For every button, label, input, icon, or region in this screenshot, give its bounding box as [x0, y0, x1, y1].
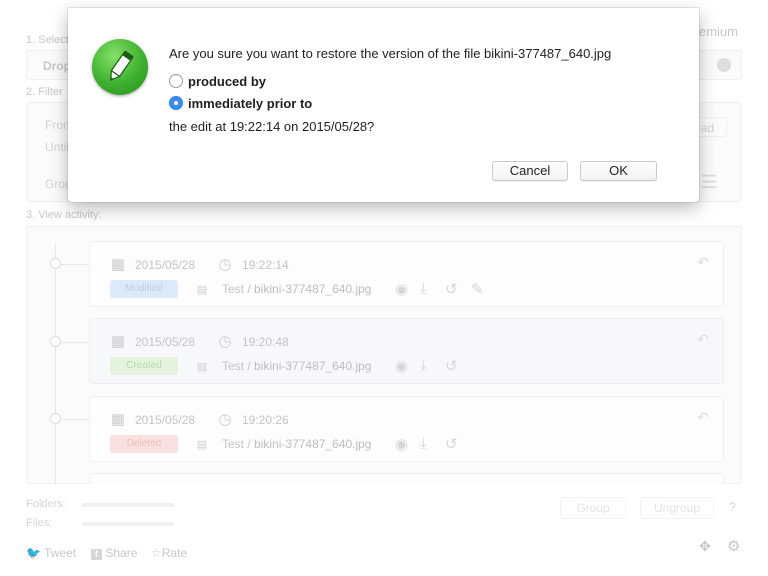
gear-icon[interactable]: ⚙: [727, 537, 740, 555]
share-label: Share: [105, 546, 138, 560]
star-icon: ☆: [151, 546, 162, 560]
clock-icon: ◷: [218, 333, 232, 350]
radio-immediately-prior[interactable]: [169, 96, 183, 110]
file-name: bikini-377487_640.jpg: [254, 437, 372, 451]
radio-produced-by[interactable]: [169, 74, 183, 88]
activity-time: 19:22:14: [242, 258, 289, 272]
green-pencil-app-icon: [92, 39, 148, 95]
rate-label: Rate: [161, 546, 188, 560]
option-produced-by-label[interactable]: produced by: [188, 74, 266, 89]
section-view-label: 3. View activity:: [26, 209, 102, 221]
calendar-icon: ▦: [110, 256, 126, 273]
option-immediately-prior-label[interactable]: immediately prior to: [188, 96, 312, 111]
folders-bar: [82, 503, 174, 507]
folder-name: Test: [222, 282, 245, 296]
preview-icon[interactable]: ◉: [395, 435, 408, 453]
timeline-dot: [50, 258, 61, 269]
undo-icon[interactable]: ↶: [697, 254, 709, 271]
cancel-button[interactable]: Cancel: [492, 161, 568, 181]
timeline-line: [55, 243, 56, 485]
section-filter-label: 2. Filter: [26, 86, 63, 98]
file-path: Test / bikini-377487_640.jpg: [222, 359, 372, 373]
ok-button[interactable]: OK: [580, 161, 657, 181]
ungroup-button[interactable]: Ungroup: [640, 497, 714, 519]
calendar-icon: ▦: [110, 333, 126, 350]
activity-date: 2015/05/28: [135, 258, 196, 272]
preview-icon[interactable]: ◉: [395, 357, 408, 375]
twitter-icon: 🐦: [26, 546, 41, 560]
help-button[interactable]: ?: [729, 500, 736, 514]
activity-card[interactable]: ▦ 2015/05/28 ◷ 19:20:26 Deleted ▤ Test /…: [89, 396, 724, 462]
dropdown-arrow-icon: [717, 58, 731, 72]
activity-date: 2015/05/28: [135, 413, 196, 427]
dialog-detail: the edit at 19:22:14 on 2015/05/28?: [169, 119, 375, 134]
rate-button[interactable]: ☆Rate: [151, 546, 187, 560]
folder-icon: ▤: [196, 361, 208, 373]
status-badge: Modified: [110, 280, 178, 298]
tweet-button[interactable]: 🐦 Tweet: [26, 546, 76, 560]
dialog-message: Are you sure you want to restore the ver…: [169, 46, 612, 61]
edit-icon[interactable]: ✎: [471, 280, 484, 298]
history-icon[interactable]: ↺: [445, 280, 458, 298]
file-name: bikini-377487_640.jpg: [254, 359, 372, 373]
tweet-label: Tweet: [44, 546, 77, 560]
file-path: Test / bikini-377487_640.jpg: [222, 437, 372, 451]
download-icon[interactable]: ⤓: [420, 357, 427, 374]
restore-confirm-dialog: Are you sure you want to restore the ver…: [68, 8, 699, 202]
files-bar: [82, 522, 174, 526]
timeline-connector: [61, 419, 89, 420]
activity-time: 19:20:26: [242, 413, 289, 427]
file-path: Test / bikini-377487_640.jpg: [222, 282, 372, 296]
history-icon[interactable]: ↺: [445, 435, 458, 453]
preview-icon[interactable]: ◉: [395, 280, 408, 298]
folder-name: Test: [222, 359, 245, 373]
status-badge: Created: [110, 357, 178, 375]
folder-icon: ▤: [196, 284, 208, 296]
group-button[interactable]: Group: [560, 497, 626, 519]
until-label: Until: [45, 140, 70, 154]
undo-icon[interactable]: ↶: [697, 331, 709, 348]
download-icon[interactable]: ⤓: [420, 435, 427, 452]
history-icon[interactable]: ↺: [445, 357, 458, 375]
timeline-dot: [50, 336, 61, 347]
activity-card[interactable]: ▦ 2015/05/28 ◷ 19:22:14 Modified ▤ Test …: [89, 241, 724, 307]
folder-icon: ▤: [196, 439, 208, 451]
option-produced-by[interactable]: produced by: [169, 72, 266, 90]
source-dropdown-value: Drop: [43, 59, 71, 73]
status-badge: Deleted: [110, 435, 178, 453]
calendar-icon: ▦: [110, 411, 126, 428]
clock-icon: ◷: [218, 411, 232, 428]
activity-date: 2015/05/28: [135, 335, 196, 349]
timeline-connector: [61, 342, 89, 343]
section-select-label: 1. Select: [26, 34, 69, 46]
clock-icon: ◷: [218, 256, 232, 273]
list-view-icon[interactable]: ☰: [701, 173, 723, 191]
activity-card[interactable]: ▦ 2015/05/28 ◷ 19:20:48 Created ▤ Test /…: [89, 318, 724, 384]
folders-label: Folders:: [26, 498, 66, 510]
file-name: bikini-377487_640.jpg: [254, 282, 372, 296]
timeline-connector: [61, 264, 89, 265]
share-button[interactable]: f Share: [91, 546, 137, 560]
undo-icon[interactable]: ↶: [697, 409, 709, 426]
folder-name: Test: [222, 437, 245, 451]
move-icon[interactable]: ✥: [699, 538, 711, 555]
activity-time: 19:20:48: [242, 335, 289, 349]
timeline-dot: [50, 413, 61, 424]
download-icon[interactable]: ⤓: [420, 280, 427, 297]
activity-card[interactable]: [89, 473, 724, 484]
option-immediately-prior[interactable]: immediately prior to: [169, 94, 312, 112]
files-label: Files:: [26, 517, 53, 529]
facebook-icon: f: [91, 549, 102, 560]
